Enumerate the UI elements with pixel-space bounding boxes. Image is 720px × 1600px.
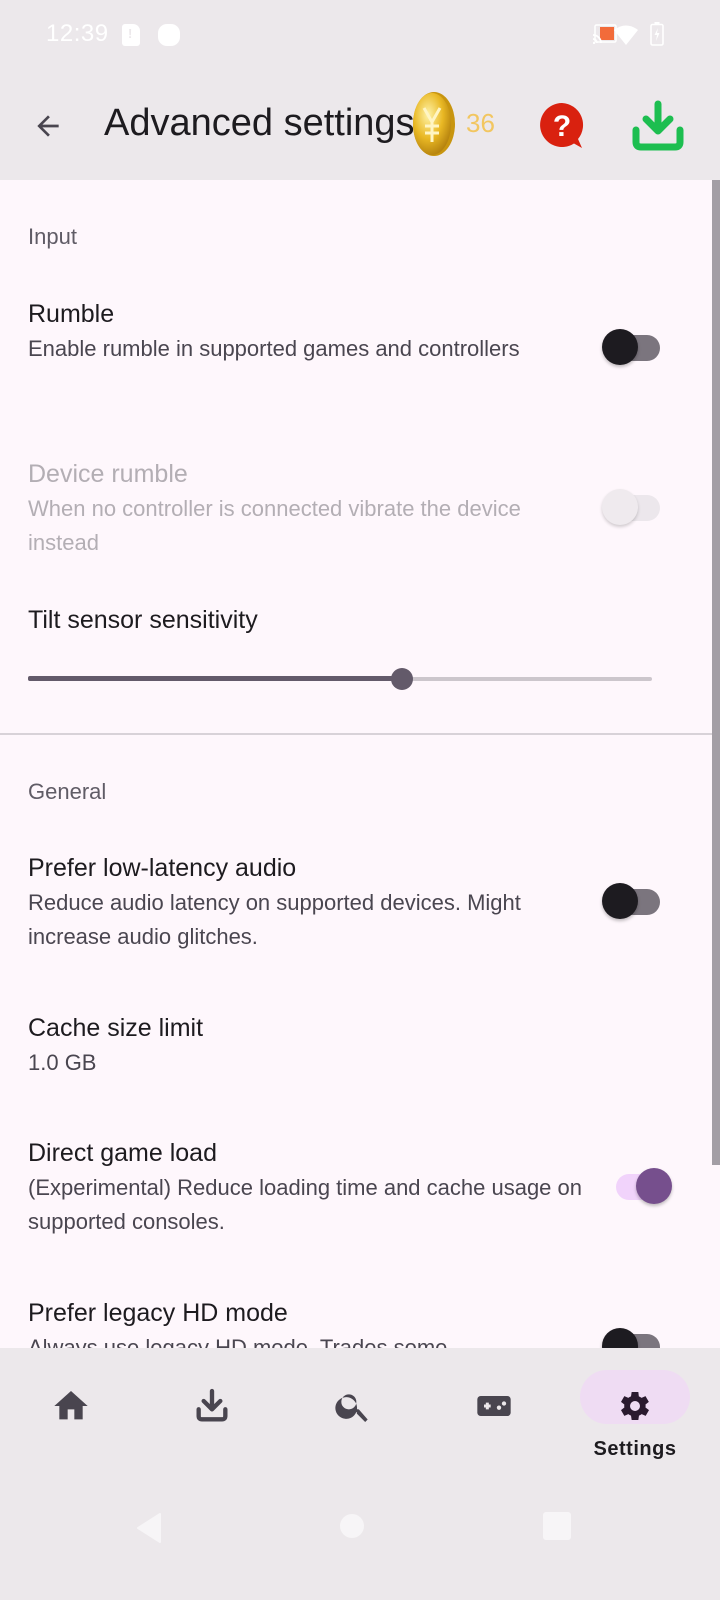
switch-thumb: [602, 329, 638, 365]
slider-fill: [28, 676, 403, 681]
download-tray-icon: [196, 1388, 228, 1422]
home-icon: [54, 1391, 88, 1420]
pref-direct-game-load[interactable]: Direct game load (Experimental) Reduce l…: [28, 1137, 588, 1239]
nav-label: Settings: [593, 1438, 677, 1460]
status-bar: 12:39: [0, 0, 720, 72]
nav-search[interactable]: [298, 1368, 408, 1468]
pref-summary: (Experimental) Reduce loading time and c…: [28, 1175, 582, 1234]
low-latency-audio-switch[interactable]: [602, 881, 662, 921]
pref-summary: When no controller is connected vibrate …: [28, 496, 521, 555]
section-header-general: General: [28, 779, 107, 804]
pref-value: 1.0 GB: [28, 1050, 97, 1075]
recents-square-icon[interactable]: [543, 1512, 571, 1540]
battery-charging-icon: [650, 22, 664, 46]
download-button[interactable]: [630, 100, 686, 152]
system-navigation-bar: [0, 1480, 720, 1600]
help-button[interactable]: ?: [536, 100, 588, 152]
pref-legacy-hd-mode[interactable]: Prefer legacy HD mode Always use legacy …: [28, 1297, 588, 1348]
app-bar: Advanced settings 36 ?: [0, 72, 720, 180]
notification-dot-icon: [158, 24, 180, 46]
pref-summary: Always use legacy HD mode. Trades some: [28, 1335, 448, 1348]
download-icon: [632, 100, 684, 151]
switch-thumb: [602, 1328, 638, 1348]
page-title: Advanced settings: [104, 102, 415, 144]
device-rumble-switch: [602, 487, 662, 527]
back-button[interactable]: [24, 102, 72, 150]
pref-title: Tilt sensor sensitivity: [28, 606, 258, 634]
pref-title: Device rumble: [28, 460, 188, 488]
nav-games[interactable]: [439, 1368, 549, 1468]
pref-title: Prefer legacy HD mode: [28, 1299, 288, 1327]
settings-list[interactable]: Input Rumble Enable rumble in supported …: [0, 180, 720, 1348]
pref-tilt-sensitivity: Tilt sensor sensitivity: [28, 604, 588, 636]
home-circle-icon[interactable]: [340, 1514, 364, 1538]
arrow-left-icon: [37, 115, 59, 137]
search-icon: [335, 1394, 368, 1422]
coin-count: 36: [466, 108, 495, 138]
direct-game-load-switch[interactable]: [614, 1166, 674, 1206]
pref-summary: Enable rumble in supported games and con…: [28, 336, 520, 361]
rumble-switch[interactable]: [602, 327, 662, 367]
pref-device-rumble: Device rumble When no controller is conn…: [28, 458, 588, 560]
gamepad-icon: [477, 1396, 511, 1416]
switch-thumb: [602, 883, 638, 919]
status-time: 12:39: [46, 20, 109, 47]
nav-home[interactable]: [16, 1368, 126, 1468]
nav-downloads[interactable]: [157, 1368, 267, 1468]
switch-thumb: [602, 489, 638, 525]
switch-thumb: [636, 1168, 672, 1204]
section-divider: [0, 733, 712, 735]
pref-title: Direct game load: [28, 1139, 217, 1167]
pref-summary: Reduce audio latency on supported device…: [28, 890, 521, 949]
sim-alert-icon: [122, 24, 140, 46]
pref-low-latency-audio[interactable]: Prefer low-latency audio Reduce audio la…: [28, 852, 588, 954]
gear-icon: [621, 1392, 649, 1420]
section-header-input: Input: [28, 224, 77, 249]
pref-title: Prefer low-latency audio: [28, 854, 297, 882]
slider-thumb[interactable]: [391, 668, 414, 690]
scrollbar[interactable]: [712, 180, 720, 1165]
pref-rumble[interactable]: Rumble Enable rumble in supported games …: [28, 298, 588, 366]
pref-title: Rumble: [28, 300, 115, 328]
nav-settings[interactable]: Settings: [580, 1368, 690, 1468]
tilt-sensitivity-slider[interactable]: [28, 664, 652, 694]
gold-coin-icon[interactable]: [410, 90, 458, 158]
help-bubble-icon: ?: [540, 103, 584, 148]
wifi-icon: [614, 25, 638, 45]
legacy-hd-mode-switch[interactable]: [602, 1326, 662, 1348]
svg-text:?: ?: [553, 110, 571, 143]
pref-title: Cache size limit: [28, 1014, 204, 1042]
pref-cache-size-limit[interactable]: Cache size limit 1.0 GB: [28, 1012, 588, 1080]
back-triangle-icon[interactable]: [136, 1512, 162, 1544]
bottom-navigation: Settings: [0, 1348, 720, 1480]
